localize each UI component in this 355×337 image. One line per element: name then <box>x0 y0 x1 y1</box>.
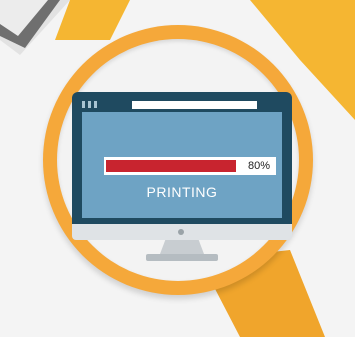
progress-fill <box>106 160 236 172</box>
address-bar <box>132 101 257 109</box>
monitor-screen: 80% PRINTING <box>82 112 282 218</box>
monitor: 80% PRINTING <box>72 92 292 240</box>
printing-illustration: 80% PRINTING <box>0 0 355 337</box>
status-text: PRINTING <box>146 184 218 200</box>
window-control-icon <box>82 101 85 108</box>
monitor-bezel: 80% PRINTING <box>72 92 292 224</box>
window-control-icon <box>88 101 91 108</box>
window-control-icon <box>94 101 97 108</box>
window-titlebar <box>82 100 282 110</box>
monitor-stand-base <box>146 254 218 261</box>
power-icon <box>178 229 184 235</box>
progress-percent-label: 80% <box>247 160 270 172</box>
monitor-chin <box>72 224 292 240</box>
progress-bar: 80% <box>104 157 276 175</box>
monitor-stand-neck <box>160 240 204 254</box>
